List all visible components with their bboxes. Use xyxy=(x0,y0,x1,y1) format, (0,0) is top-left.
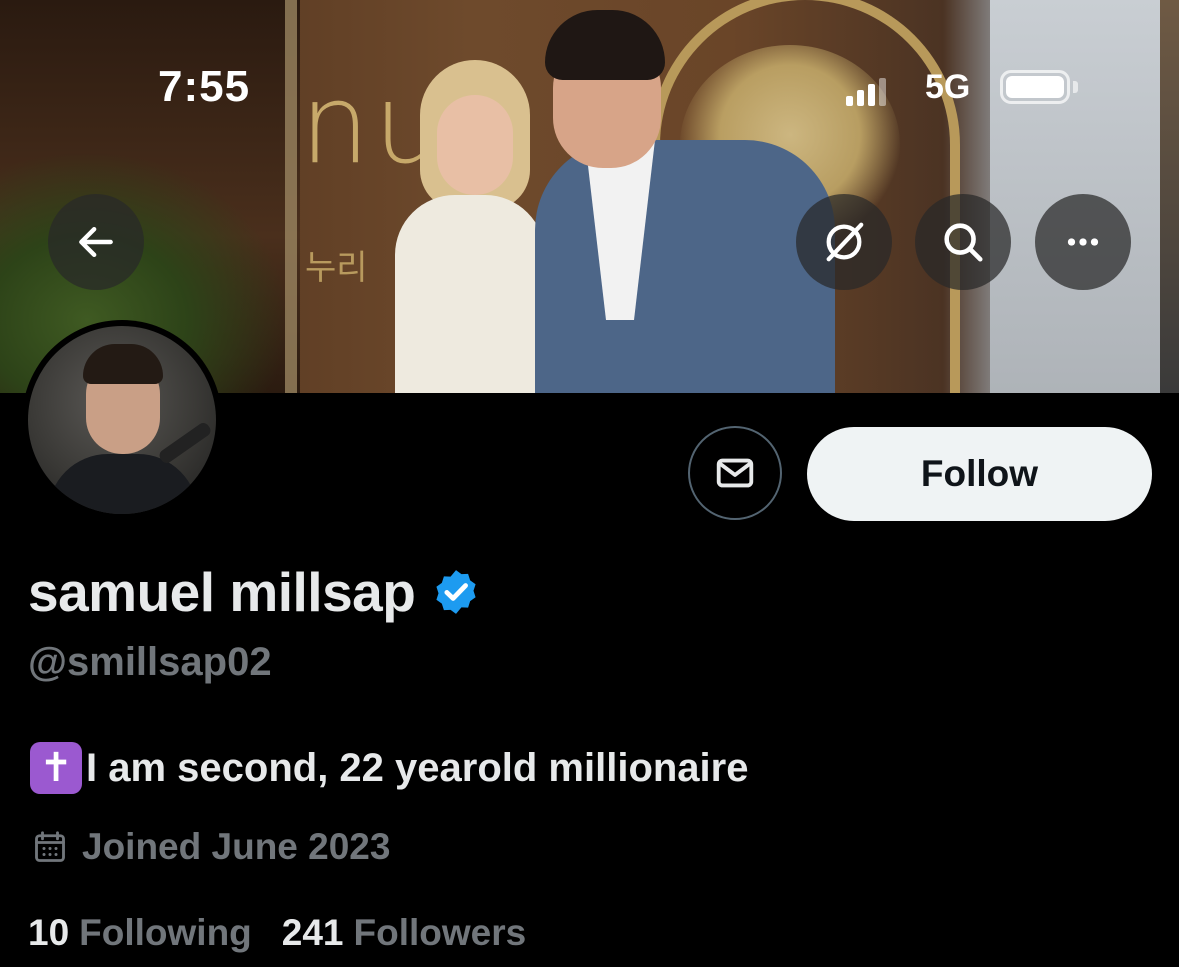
search-icon xyxy=(944,223,983,262)
joined-text: Joined June 2023 xyxy=(82,826,391,867)
follow-counts: 10 Following 241 Followers xyxy=(28,912,526,954)
follow-button[interactable]: Follow xyxy=(807,427,1152,521)
following-count: 10 xyxy=(28,912,70,953)
envelope-icon xyxy=(716,458,754,488)
name-row: samuel millsap xyxy=(28,560,481,624)
banner-edge xyxy=(1160,0,1179,393)
network-type: 5G xyxy=(925,68,971,106)
avatar-image xyxy=(28,326,216,514)
profile-banner[interactable]: nu 누리 xyxy=(0,0,1179,393)
grok-icon xyxy=(826,222,864,262)
profile-handle: @smillsap02 xyxy=(28,640,272,684)
calendar-icon xyxy=(35,831,65,862)
more-button[interactable] xyxy=(1035,194,1131,290)
verified-badge-icon[interactable] xyxy=(431,567,481,617)
more-horizontal-icon xyxy=(1067,238,1099,246)
joined-date: Joined June 2023 xyxy=(32,826,390,868)
following-label: Following xyxy=(79,912,252,953)
followers-label: Followers xyxy=(353,912,527,953)
followers-link[interactable]: 241 Followers xyxy=(282,912,526,954)
message-button[interactable] xyxy=(688,426,782,520)
bio-text: I am second, 22 yearold millionaire xyxy=(86,745,749,790)
back-arrow-icon xyxy=(79,226,113,258)
following-link[interactable]: 10 Following xyxy=(28,912,252,954)
cross-emoji-icon: ✝ xyxy=(30,742,82,794)
display-name: samuel millsap xyxy=(28,561,416,623)
battery-nub xyxy=(1073,81,1078,93)
profile-avatar[interactable] xyxy=(22,320,222,520)
banner-person-man xyxy=(525,10,845,393)
search-button[interactable] xyxy=(915,194,1011,290)
battery-icon xyxy=(1000,70,1070,104)
status-time: 7:55 xyxy=(158,62,251,111)
signal-icon xyxy=(846,78,886,106)
profile-bio: ✝ I am second, 22 yearold millionaire xyxy=(30,742,748,794)
banner-sign-small: 누리 xyxy=(305,249,368,287)
grok-button[interactable] xyxy=(796,194,892,290)
followers-count: 241 xyxy=(281,912,344,953)
back-button[interactable] xyxy=(48,194,144,290)
